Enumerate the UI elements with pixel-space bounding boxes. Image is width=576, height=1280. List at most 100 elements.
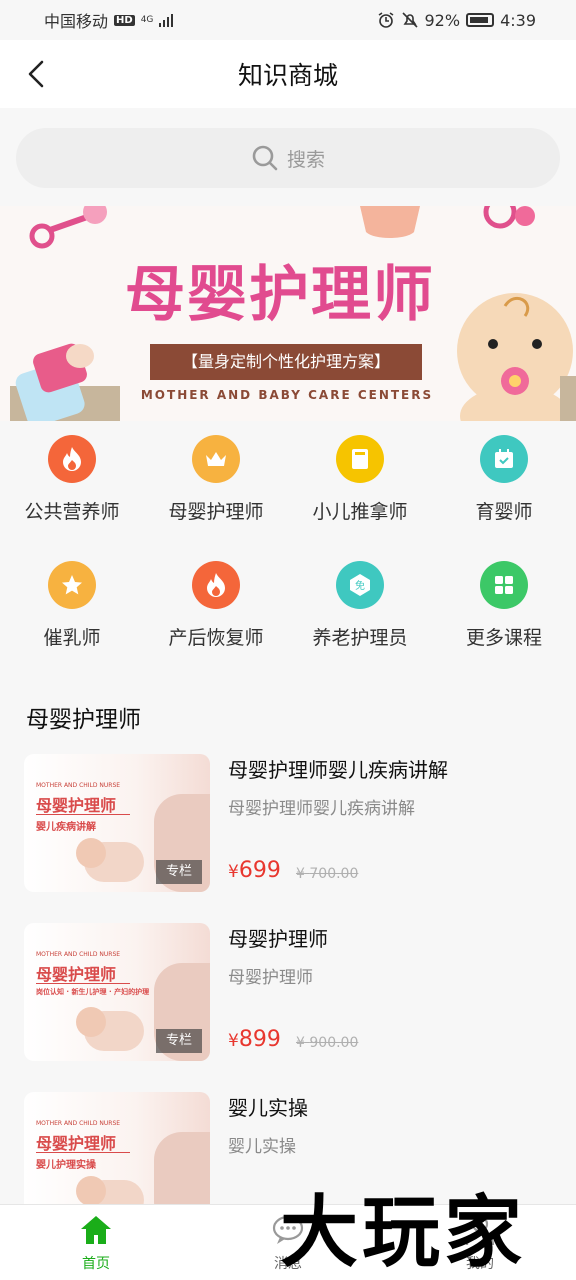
currency-symbol: ¥ <box>228 862 239 882</box>
grid-icon <box>495 576 513 594</box>
thumb-decoration <box>76 1176 106 1206</box>
battery-icon <box>466 13 495 27</box>
category-icon-bg <box>336 435 384 483</box>
category-icon-bg <box>192 561 240 609</box>
category-more-courses[interactable]: 更多课程 <box>432 547 576 667</box>
page-title: 知识商城 <box>237 61 338 90</box>
banner-subtitle: MOTHER AND BABY CARE CENTERS <box>140 388 434 402</box>
watermark-text: 大玩家 <box>280 1187 527 1278</box>
alarm-icon <box>378 12 393 28</box>
free-hexagon-icon: 免 <box>350 574 370 596</box>
course-price: ¥899 <box>228 1027 281 1052</box>
currency-symbol: ¥ <box>228 1031 239 1051</box>
category-icon-bg <box>48 435 96 483</box>
category-label: 催乳师 <box>43 627 101 649</box>
category-icon-bg <box>192 435 240 483</box>
thumb-subtitle: 岗位认知 · 新生儿护理 · 产妇的护理 <box>36 988 150 996</box>
tab-label: 首页 <box>82 1256 110 1272</box>
category-label: 母婴护理师 <box>168 501 264 523</box>
thumb-divider <box>36 1152 130 1153</box>
banner-title: 母婴护理师 <box>125 260 435 330</box>
course-price: ¥699 <box>228 858 281 883</box>
promo-banner[interactable]: 母婴护理师 【量身定制个性化护理方案】 MOTHER AND BABY CARE… <box>0 206 576 421</box>
course-original-price: ¥ 700.00 <box>296 866 358 882</box>
calendar-check-icon <box>495 449 513 468</box>
network-label: 4G <box>140 14 154 25</box>
category-label: 产后恢复师 <box>168 627 264 649</box>
thumb-divider <box>36 983 130 984</box>
thumb-en-text: MOTHER AND CHILD NURSE <box>36 782 121 789</box>
course-item[interactable]: MOTHER AND CHILD NURSE 母婴护理师 婴儿疾病讲解 专栏 母… <box>24 754 564 894</box>
course-item[interactable]: MOTHER AND CHILD NURSE 母婴护理师 岗位认知 · 新生儿护… <box>24 923 564 1063</box>
book-icon <box>352 449 368 469</box>
hd-badge: HD <box>114 14 135 26</box>
category-icon-bg <box>48 561 96 609</box>
thumb-decoration <box>76 838 106 868</box>
old-price-value: 900.00 <box>309 1035 359 1051</box>
column-tag: 专栏 <box>156 1029 202 1053</box>
thumb-subtitle: 婴儿护理实操 <box>36 1160 96 1171</box>
search-icon <box>252 145 278 171</box>
thumb-divider <box>36 814 130 815</box>
category-label: 更多课程 <box>465 627 542 649</box>
thumb-decoration <box>76 1007 106 1037</box>
home-icon <box>81 1216 111 1244</box>
crown-icon <box>206 452 226 466</box>
course-thumbnail: MOTHER AND CHILD NURSE 母婴护理师 岗位认知 · 新生儿护… <box>24 923 210 1061</box>
signal-icon <box>159 13 174 27</box>
search-placeholder: 搜索 <box>286 148 325 171</box>
status-right: 92% 4:39 <box>377 10 536 30</box>
course-title: 母婴护理师婴儿疾病讲解 <box>228 758 448 782</box>
old-price-value: 700.00 <box>309 866 359 882</box>
status-bar: 中国移动 HD 4G 92% 4:39 <box>0 0 576 40</box>
category-lactation[interactable]: 催乳师 <box>0 547 144 667</box>
category-childcare[interactable]: 育婴师 <box>432 421 576 541</box>
category-icon-bg <box>480 561 528 609</box>
flame-icon <box>207 573 225 597</box>
carrier-label: 中国移动 <box>44 12 109 31</box>
section-title: 母婴护理师 <box>26 707 141 733</box>
category-elderly-care[interactable]: 免 养老护理员 <box>288 547 432 667</box>
star-icon <box>62 575 82 595</box>
category-maternal-nurse[interactable]: 母婴护理师 <box>144 421 288 541</box>
mute-bell-icon <box>401 12 418 28</box>
tab-home[interactable]: 首页 <box>36 1205 156 1280</box>
thumb-title: 母婴护理师 <box>36 796 117 815</box>
thumb-en-text: MOTHER AND CHILD NURSE <box>36 951 121 958</box>
thumb-en-text: MOTHER AND CHILD NURSE <box>36 1120 121 1127</box>
flame-icon <box>63 447 81 471</box>
thumb-title: 母婴护理师 <box>36 965 117 984</box>
back-arrow-icon[interactable] <box>22 58 54 90</box>
free-badge-text: 免 <box>355 579 365 592</box>
course-thumbnail: MOTHER AND CHILD NURSE 母婴护理师 婴儿疾病讲解 专栏 <box>24 754 210 892</box>
category-postpartum[interactable]: 产后恢复师 <box>144 547 288 667</box>
category-label: 育婴师 <box>475 501 533 523</box>
clock: 4:39 <box>500 10 536 30</box>
course-subtitle: 婴儿实操 <box>228 1137 296 1157</box>
currency-symbol: ¥ <box>296 1035 305 1051</box>
search-input[interactable]: 搜索 <box>16 128 560 188</box>
category-label: 公共营养师 <box>24 501 120 523</box>
category-pediatric-massage[interactable]: 小儿推拿师 <box>288 421 432 541</box>
banner-ribbon: 【量身定制个性化护理方案】 <box>150 344 422 380</box>
currency-symbol: ¥ <box>296 866 305 882</box>
category-label: 小儿推拿师 <box>312 501 408 523</box>
category-icon-bg <box>480 435 528 483</box>
category-public-nutritionist[interactable]: 公共营养师 <box>0 421 144 541</box>
nav-bar: 知识商城 <box>0 40 576 108</box>
course-subtitle: 母婴护理师 <box>228 968 313 988</box>
search-section: 搜索 <box>0 108 576 206</box>
category-icon-bg: 免 <box>336 561 384 609</box>
battery-percent: 92% <box>424 10 461 30</box>
thumb-subtitle: 婴儿疾病讲解 <box>36 822 96 833</box>
status-left: 中国移动 HD 4G <box>44 8 174 32</box>
column-tag: 专栏 <box>156 860 202 884</box>
course-title: 婴儿实操 <box>228 1096 308 1120</box>
thumb-title: 母婴护理师 <box>36 1134 117 1153</box>
category-grid: 公共营养师 母婴护理师 小儿推拿师 育婴师 催乳师 产后恢复师 免 养老护理员 … <box>0 421 576 685</box>
category-label: 养老护理员 <box>312 627 408 649</box>
course-title: 母婴护理师 <box>228 927 328 951</box>
price-value: 699 <box>238 858 281 883</box>
course-subtitle: 母婴护理师婴儿疾病讲解 <box>228 799 415 819</box>
course-original-price: ¥ 900.00 <box>296 1035 358 1051</box>
